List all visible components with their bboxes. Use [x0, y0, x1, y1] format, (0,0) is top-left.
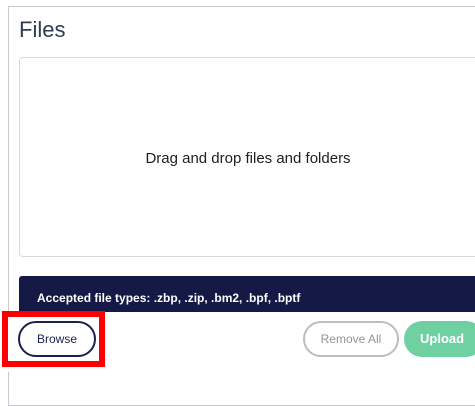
page-title: Files: [19, 17, 66, 42]
accepted-types-text: Accepted file types: .zbp, .zip, .bm2, .…: [37, 291, 301, 305]
remove-all-button[interactable]: Remove All: [303, 321, 399, 357]
drop-zone[interactable]: Drag and drop files and folders: [19, 57, 475, 257]
upload-button[interactable]: Upload: [404, 321, 475, 357]
browse-button[interactable]: Browse: [18, 321, 96, 357]
drop-zone-text: Drag and drop files and folders: [145, 150, 351, 167]
